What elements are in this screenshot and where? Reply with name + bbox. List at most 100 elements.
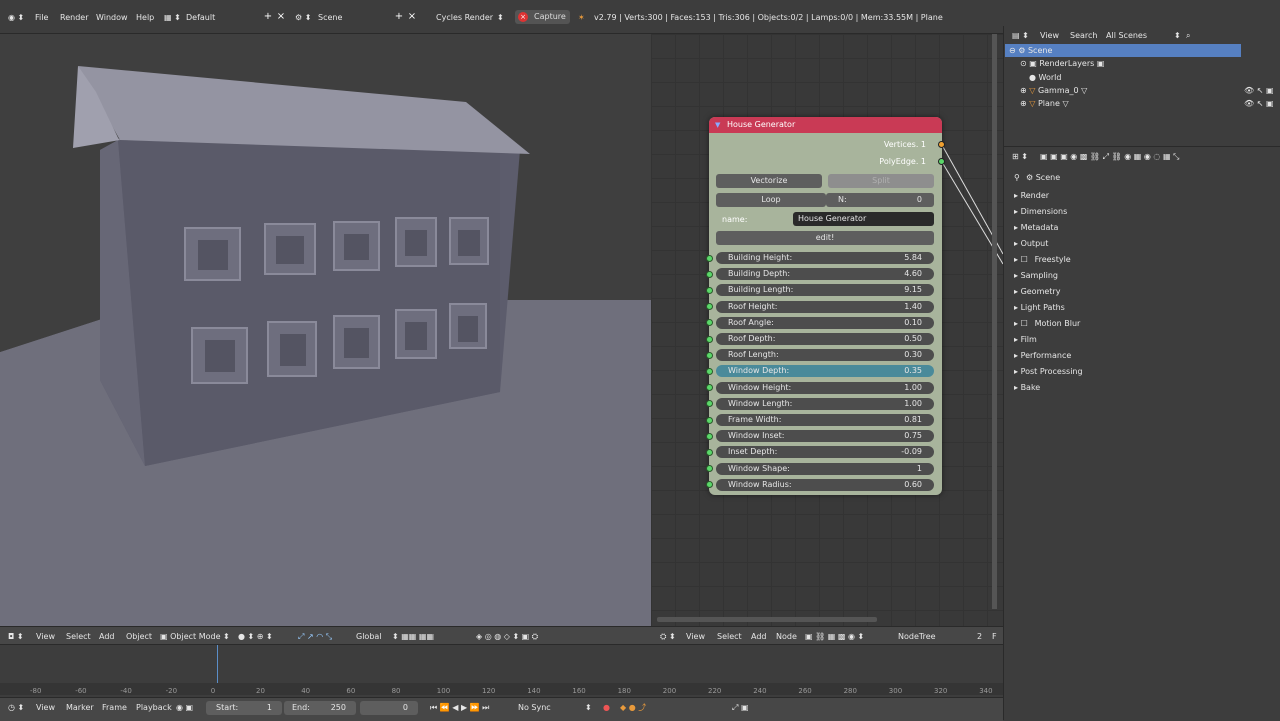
start-frame-field[interactable]: Start: 1 [206,701,282,715]
display-mode-select[interactable]: All Scenes [1106,30,1147,41]
editor-type-icon[interactable]: ⛭ ⬍ [660,631,676,642]
end-frame-field[interactable]: End: 250 [284,701,356,715]
preview-range-icons[interactable]: ◉ ▣ [176,702,193,713]
checkbox-icon[interactable]: ☐ [1021,253,1035,267]
outliner-row-gamma[interactable]: ⊕ ▽ Gamma_0 ▽ [1020,84,1087,97]
node-field-inset-depth[interactable]: Inset Depth: -0.09 [716,446,934,459]
add-layout-icon[interactable]: + [262,11,274,23]
add-scene-icon[interactable]: + [393,11,405,23]
node-field-building-length[interactable]: Building Length: 9.15 [716,284,934,297]
output-socket-polyedge[interactable] [938,158,945,165]
node-field-window-length[interactable]: Window Length: 1.00 [716,397,934,410]
panel-light-paths[interactable]: ▸ Light Paths [1014,301,1065,315]
node-select-menu[interactable]: Select [717,631,742,642]
input-socket[interactable] [706,448,713,456]
panel-freestyle[interactable]: ▸ ☐ Freestyle [1014,253,1071,267]
menu-help[interactable]: Help [136,11,154,24]
panel-film[interactable]: ▸ Film [1014,333,1037,347]
visibility-icons[interactable]: 👁 ↖ ▣ [1244,84,1274,97]
shading-icon[interactable]: ● ⬍ ⊕ ⬍ [238,631,273,642]
manipulator-icons[interactable]: ⤢ ↗ ◠ ⤡ [298,631,332,642]
timeline-editor-icon[interactable]: ◷ ⬍ [8,702,24,713]
input-socket[interactable] [706,335,713,343]
tree-type-icons[interactable]: ▣ ⛓ ▦ ▩ ◉ ⬍ [805,631,864,642]
node-field-window-depth[interactable]: Window Depth: 0.35 [716,365,934,378]
panel-motion-blur[interactable]: ▸ ☐ Motion Blur [1014,317,1080,331]
select-menu[interactable]: Select [66,631,91,642]
collapse-icon[interactable]: ▼ [715,117,720,133]
current-frame-field[interactable]: 0 [360,701,418,715]
sync-select[interactable]: No Sync [518,702,551,713]
checkbox-icon[interactable]: ☐ [1021,317,1035,331]
input-socket[interactable] [706,286,713,294]
menu-render[interactable]: Render [60,11,88,24]
loop-button[interactable]: Loop [716,193,826,207]
node-field-building-depth[interactable]: Building Depth: 4.60 [716,268,934,281]
timeline[interactable]: ◷ ⬍ View Marker Frame Playback ◉ ▣ Start… [0,644,1003,721]
input-socket[interactable] [706,270,713,278]
node-field-window-height[interactable]: Window Height: 1.00 [716,381,934,394]
snap-icons[interactable]: ◈ ◎ ◍ ◇ ⬍ ▣ ⛭ [476,631,538,642]
menu-file[interactable]: File [35,11,48,24]
3d-viewport[interactable] [0,34,651,626]
scene-name[interactable]: Scene [318,11,342,24]
outliner-search-menu[interactable]: Search [1070,30,1097,41]
edit-button[interactable]: edit! [716,231,934,245]
playback-controls[interactable]: ⏮ ⏪ ◀ ▶ ⏩ ⏭ [430,702,489,713]
node-field-roof-length[interactable]: Roof Length: 0.30 [716,349,934,362]
node-field-roof-angle[interactable]: Roof Angle: 0.10 [716,316,934,329]
timeline-view-menu[interactable]: View [36,702,55,713]
search-icon[interactable]: ⌕ [1186,30,1190,41]
props-context-tabs[interactable]: ▣ ▣ ▣ ◉ ▩ ⛓ ⤢ ⛓ ◉ ▦ ◉ ◌ ▦ ⤡ [1040,151,1179,162]
node-view-menu[interactable]: View [686,631,705,642]
layer-buttons[interactable]: ⬍ ▦▦ ▦▦ [392,631,434,642]
output-socket-vertices[interactable] [938,141,945,148]
users-count[interactable]: 2 [977,631,982,642]
input-socket[interactable] [706,416,713,424]
node-field-window-inset[interactable]: Window Inset: 0.75 [716,430,934,443]
node-header[interactable]: ▼ House Generator [709,117,942,133]
panel-bake[interactable]: ▸ Bake [1014,381,1040,395]
frame-menu[interactable]: Frame [102,702,127,713]
node-tree-select[interactable]: NodeTree [898,631,936,642]
outliner-row-world[interactable]: ● World [1029,71,1061,84]
node-field-roof-depth[interactable]: Roof Depth: 0.50 [716,333,934,345]
node-field-building-height[interactable]: Building Height: 5.84 [716,252,934,264]
view-menu[interactable]: View [36,631,55,642]
outliner-row-plane[interactable]: ⊕ ▽ Plane ▽ [1020,97,1069,110]
node-menu[interactable]: Node [776,631,797,642]
node-field-window-radius[interactable]: Window Radius: 0.60 [716,478,934,491]
input-socket[interactable] [706,432,713,440]
panel-metadata[interactable]: ▸ Metadata [1014,221,1058,235]
n-field[interactable]: N: 0 [826,193,934,207]
input-socket[interactable] [706,367,713,375]
panel-geometry[interactable]: ▸ Geometry [1014,285,1060,299]
remove-layout-icon[interactable]: × [275,11,287,23]
input-socket[interactable] [706,351,713,359]
outliner-row-renderlayers[interactable]: ⊙ ▣ RenderLayers ▣ [1020,57,1104,70]
input-socket[interactable] [706,254,713,262]
fake-user-button[interactable]: F [992,631,997,642]
panel-post-processing[interactable]: ▸ Post Processing [1014,365,1083,379]
name-input[interactable]: House Generator [793,212,934,226]
render-engine-select[interactable]: Cycles Render [436,11,493,24]
node-field-roof-height[interactable]: Roof Height: 1.40 [716,300,934,313]
vectorize-button[interactable]: Vectorize [716,174,822,188]
props-editor-icon[interactable]: ⊞ ⬍ [1012,151,1028,162]
split-button[interactable]: Split [828,174,934,188]
record-icon[interactable]: ● [603,702,610,713]
marker-menu[interactable]: Marker [66,702,94,713]
node-field-window-shape[interactable]: Window Shape: 1 [716,462,934,475]
panel-sampling[interactable]: ▸ Sampling [1014,269,1058,283]
layout-name[interactable]: Default [186,11,215,24]
orientation-select[interactable]: Global [356,631,382,642]
outliner-row-scene[interactable]: ⊖ ⚙ Scene [1005,44,1241,57]
panel-render[interactable]: ▸ Render [1014,189,1049,203]
add-menu[interactable]: Add [99,631,115,642]
outliner-editor-icon[interactable]: ▤ ⬍ [1012,30,1029,41]
remove-scene-icon[interactable]: × [406,11,418,23]
visibility-icons[interactable]: 👁 ↖ ▣ [1244,97,1274,110]
panel-dimensions[interactable]: ▸ Dimensions [1014,205,1067,219]
capture-button[interactable]: × Capture [515,10,570,24]
layout-icon[interactable]: ▦ ⬍ [164,11,181,24]
